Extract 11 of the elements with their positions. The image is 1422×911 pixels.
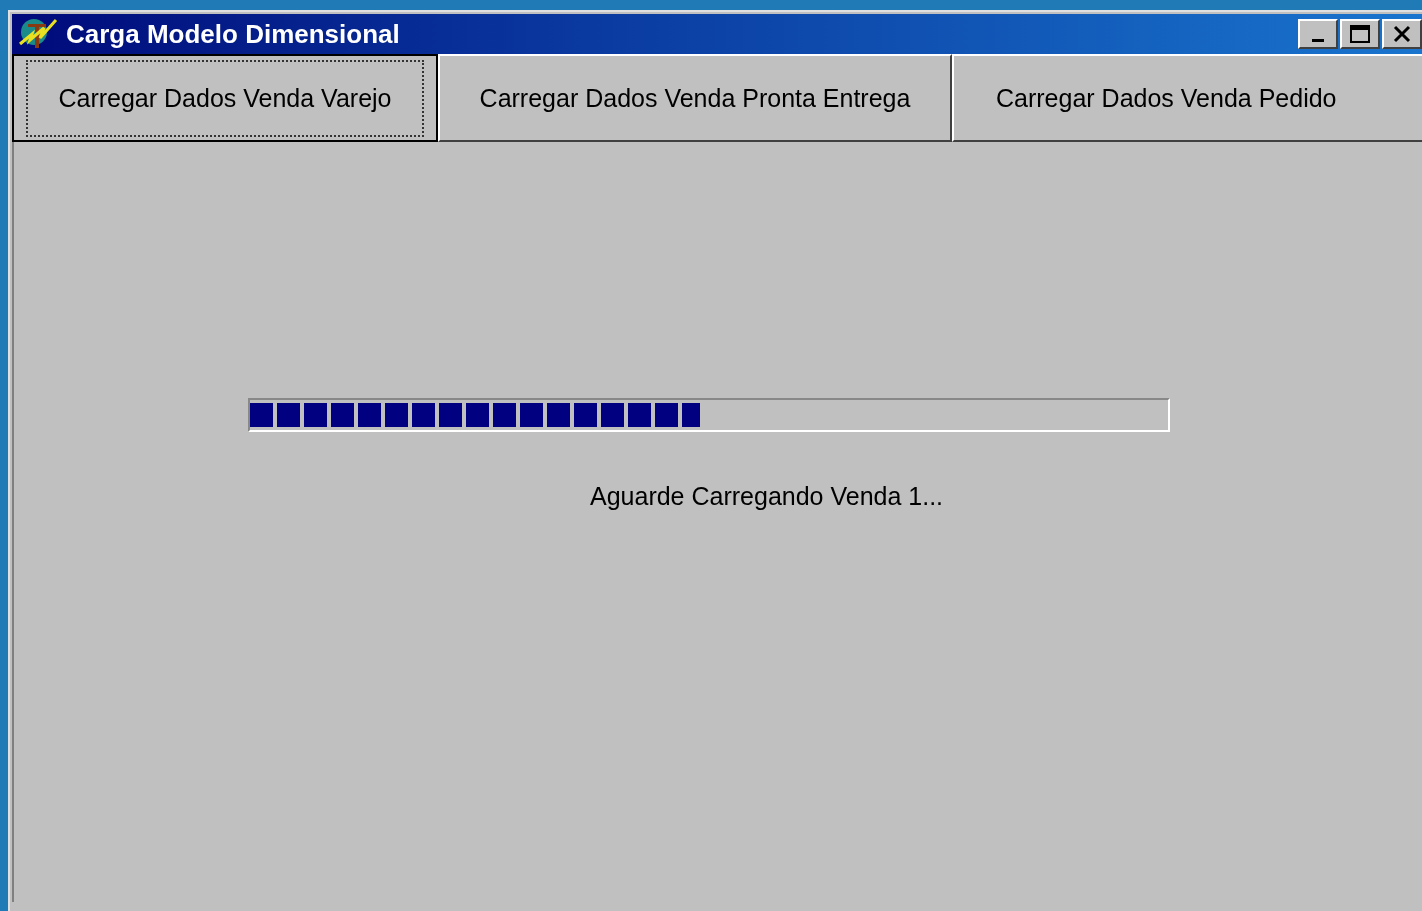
- minimize-icon: [1312, 38, 1324, 42]
- load-button[interactable]: Carregar Dados Venda Pronta Entrega: [438, 54, 952, 142]
- load-button[interactable]: Carregar Dados Venda Pedido: [952, 54, 1422, 142]
- minimize-button[interactable]: [1298, 19, 1338, 49]
- close-button[interactable]: [1382, 19, 1422, 49]
- load-button[interactable]: Carregar Dados Venda Varejo: [12, 54, 438, 142]
- close-icon: [1392, 25, 1412, 43]
- maximize-button[interactable]: [1340, 19, 1380, 49]
- maximize-icon: [1349, 24, 1371, 44]
- status-text: Aguarde Carregando Venda 1...: [590, 482, 944, 511]
- window-title: Carga Modelo Dimensional: [66, 18, 401, 50]
